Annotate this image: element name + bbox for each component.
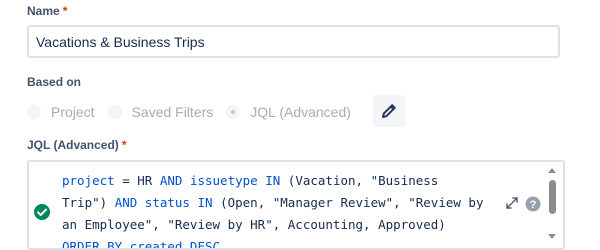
jql-line: an Employee", "Review by HR", Accounting… [62,214,502,236]
scroll-thumb[interactable] [549,180,556,214]
jql-keyword: IN [197,195,213,210]
jql-token: (Vacation, "Business [280,173,439,188]
name-input[interactable]: Vacations & Business Trips [27,25,560,58]
jql-token: (Open, "Manager Review", "Review by [212,195,484,210]
jql-token: an Employee", "Review by HR", Accounting… [62,217,446,232]
scroll-down-arrow[interactable] [548,234,556,239]
jql-keyword: AND [114,195,138,210]
radio-jql-advanced[interactable]: JQL (Advanced) [226,104,351,120]
svg-text:?: ? [530,199,537,211]
jql-token [137,195,145,210]
jql-label: JQL (Advanced) * [27,138,126,152]
jql-editor[interactable]: project = HR AND issuetype IN (Vacation,… [27,160,565,250]
expand-icon[interactable] [505,196,519,210]
based-on-radio-group: Project Saved Filters JQL (Advanced) [27,100,364,124]
radio-saved-filters[interactable]: Saved Filters [107,104,214,120]
scroll-up-arrow[interactable] [548,168,556,173]
required-mark: * [62,4,68,18]
jql-token [182,173,190,188]
jql-token: = HR [114,173,160,188]
radio-project-label: Project [51,104,95,120]
jql-line: Trip") AND status IN (Open, "Manager Rev… [62,192,502,214]
radio-circle-checked[interactable] [226,105,241,119]
jql-label-text: JQL (Advanced) [27,138,119,152]
radio-jql-advanced-label: JQL (Advanced) [250,104,351,120]
required-mark: * [121,138,127,152]
jql-keyword: ORDER BY created DESC [62,239,221,250]
jql-token: Trip") [62,195,115,210]
jql-query-text[interactable]: project = HR AND issuetype IN (Vacation,… [62,170,502,250]
name-label-text: Name [27,4,60,18]
radio-project[interactable]: Project [27,104,95,120]
jql-keyword: project [62,173,115,188]
jql-line: project = HR AND issuetype IN (Vacation,… [62,170,502,192]
radio-circle[interactable] [27,105,41,119]
check-circle-icon [34,204,50,220]
jql-keyword: IN [265,173,281,188]
radio-saved-filters-label: Saved Filters [131,104,214,120]
pencil-icon [382,104,396,118]
jql-keyword: AND [159,173,183,188]
jql-line: ORDER BY created DESC [62,236,502,250]
name-label: Name * [27,4,67,18]
jql-keyword: issuetype [189,173,258,188]
jql-scrollbar[interactable] [544,164,560,244]
help-icon[interactable]: ? [525,196,541,212]
edit-jql-button[interactable] [373,95,405,127]
radio-circle[interactable] [107,105,122,119]
based-on-label: Based on [27,75,82,89]
jql-keyword: status [144,195,190,210]
